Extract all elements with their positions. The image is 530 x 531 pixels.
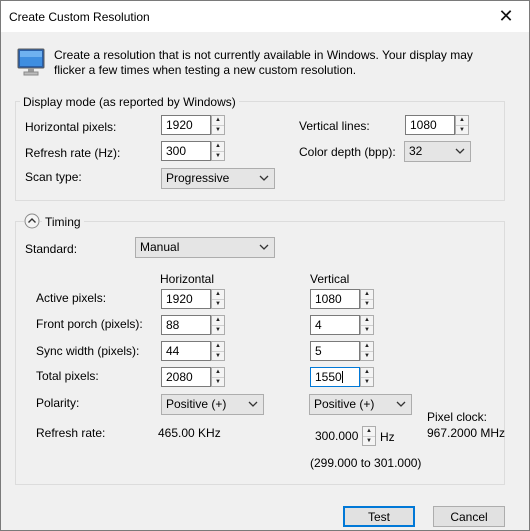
vertical-refresh-unit: Hz — [380, 430, 395, 444]
polarity-vertical-select[interactable]: Positive (+) — [309, 394, 412, 415]
active-pixels-label: Active pixels: — [36, 291, 107, 305]
total-pixels-vertical-spinner[interactable]: ▲ ▼ — [360, 367, 374, 387]
vertical-lines-field[interactable]: 1080 — [405, 115, 455, 135]
polarity-horizontal-select[interactable]: Positive (+) — [161, 394, 264, 415]
chevron-down-icon — [248, 401, 258, 407]
front-porch-vertical-spinner[interactable]: ▲ ▼ — [360, 315, 374, 335]
sync-width-vertical-spinner[interactable]: ▲ ▼ — [360, 341, 374, 361]
scan-type-label: Scan type: — [25, 170, 82, 184]
vertical-lines-label: Vertical lines: — [299, 119, 370, 133]
standard-select[interactable]: Manual — [135, 237, 275, 258]
sync-width-horizontal-spinner[interactable]: ▲ ▼ — [211, 341, 225, 361]
horizontal-pixels-label: Horizontal pixels: — [25, 120, 117, 134]
test-button-label: Test — [367, 509, 390, 524]
color-depth-value: 32 — [409, 144, 423, 158]
front-porch-vertical-field[interactable]: 4 — [310, 315, 360, 335]
color-depth-select[interactable]: 32 — [404, 141, 471, 162]
active-pixels-vertical-spinner[interactable]: ▲ ▼ — [360, 289, 374, 309]
display-mode-legend: Display mode (as reported by Windows) — [20, 95, 239, 109]
total-pixels-vertical-value: 1550 — [315, 370, 342, 384]
close-icon[interactable]: ✕ — [483, 1, 529, 32]
chevron-down-icon — [396, 401, 406, 407]
horizontal-pixels-spinner[interactable]: ▲ ▼ — [211, 115, 225, 135]
horizontal-column-header: Horizontal — [160, 272, 215, 286]
refresh-rate-field[interactable]: 300 — [161, 141, 211, 161]
chevron-down-icon — [259, 175, 269, 181]
refresh-range-text: (299.000 to 301.000) — [310, 456, 422, 470]
sync-width-vertical-field[interactable]: 5 — [310, 341, 360, 361]
scan-type-select[interactable]: Progressive — [161, 168, 275, 189]
timing-legend: Timing — [42, 215, 84, 229]
chevron-down-icon — [455, 148, 465, 154]
vertical-refresh-field[interactable]: 300.000 — [310, 426, 360, 446]
horizontal-pixels-field[interactable]: 1920 — [161, 115, 211, 135]
monitor-icon — [17, 48, 45, 76]
timing-refresh-rate-label: Refresh rate: — [36, 426, 106, 440]
collapse-timing-icon[interactable] — [24, 213, 40, 229]
cancel-button[interactable]: Cancel — [433, 506, 505, 527]
pixel-clock-label: Pixel clock: — [427, 410, 488, 424]
text-cursor — [341, 371, 343, 383]
chevron-down-icon — [259, 244, 269, 250]
scan-type-value: Progressive — [166, 171, 230, 185]
sync-width-horizontal-field[interactable]: 44 — [161, 341, 211, 361]
active-pixels-vertical-field[interactable]: 1080 — [310, 289, 360, 309]
vertical-lines-spinner[interactable]: ▲ ▼ — [455, 115, 469, 135]
active-pixels-horizontal-field[interactable]: 1920 — [161, 289, 211, 309]
dialog-window: Create Custom Resolution ✕ Create a reso… — [0, 0, 530, 531]
standard-value: Manual — [140, 240, 180, 254]
test-button[interactable]: Test — [343, 506, 415, 527]
total-pixels-horizontal-spinner[interactable]: ▲ ▼ — [211, 367, 225, 387]
front-porch-label: Front porch (pixels): — [36, 317, 143, 331]
title-bar: Create Custom Resolution ✕ — [1, 1, 529, 32]
polarity-label: Polarity: — [36, 396, 80, 410]
active-pixels-horizontal-spinner[interactable]: ▲ ▼ — [211, 289, 225, 309]
standard-label: Standard: — [25, 242, 78, 256]
total-pixels-horizontal-field[interactable]: 2080 — [161, 367, 211, 387]
refresh-rate-spinner[interactable]: ▲ ▼ — [211, 141, 225, 161]
total-pixels-vertical-field[interactable]: 1550 — [310, 367, 360, 387]
front-porch-horizontal-spinner[interactable]: ▲ ▼ — [211, 315, 225, 335]
sync-width-label: Sync width (pixels): — [36, 344, 140, 358]
cancel-button-label: Cancel — [450, 509, 488, 524]
vertical-refresh-spinner[interactable]: ▲ ▼ — [362, 426, 376, 446]
pixel-clock-value: 967.2000 MHz — [427, 426, 506, 440]
polarity-horizontal-value: Positive (+) — [166, 397, 227, 411]
total-pixels-label: Total pixels: — [36, 369, 99, 383]
color-depth-label: Color depth (bpp): — [299, 145, 396, 159]
front-porch-horizontal-field[interactable]: 88 — [161, 315, 211, 335]
refresh-rate-label: Refresh rate (Hz): — [25, 146, 121, 160]
info-text: Create a resolution that is not currentl… — [54, 48, 473, 77]
horizontal-refresh-value: 465.00 KHz — [158, 426, 221, 440]
vertical-column-header: Vertical — [310, 272, 350, 286]
window-title: Create Custom Resolution — [9, 10, 150, 24]
polarity-vertical-value: Positive (+) — [314, 397, 375, 411]
